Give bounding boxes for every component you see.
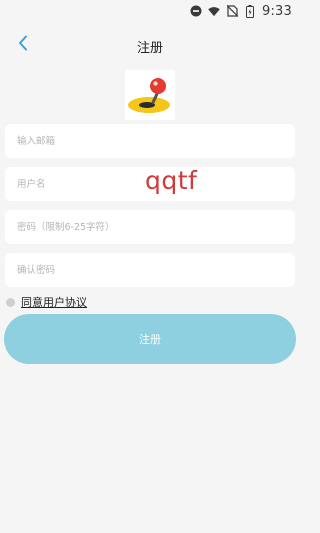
agreement-row: 同意用户协议 — [6, 294, 87, 310]
header: 注册 — [0, 22, 300, 68]
password-field[interactable] — [15, 220, 285, 234]
confirm-password-field-container — [5, 253, 295, 287]
register-button[interactable]: 注册 — [4, 314, 296, 364]
no-sim-icon — [226, 5, 238, 17]
email-field[interactable] — [15, 134, 285, 148]
do-not-disturb-icon — [190, 5, 202, 17]
status-time: 9:33 — [262, 3, 292, 19]
battery-icon — [244, 4, 256, 18]
password-field-container — [5, 210, 295, 244]
status-bar: 9:33 — [0, 0, 300, 22]
page-title: 注册 — [136, 41, 163, 56]
wifi-icon — [208, 5, 220, 17]
agreement-link[interactable]: 同意用户协议 — [21, 294, 87, 310]
app-logo — [125, 70, 175, 120]
watermark-text: qqtf — [145, 166, 198, 195]
email-field-container — [5, 124, 295, 158]
confirm-password-field[interactable] — [15, 263, 285, 277]
register-form — [5, 124, 295, 296]
agreement-radio[interactable] — [6, 297, 15, 307]
